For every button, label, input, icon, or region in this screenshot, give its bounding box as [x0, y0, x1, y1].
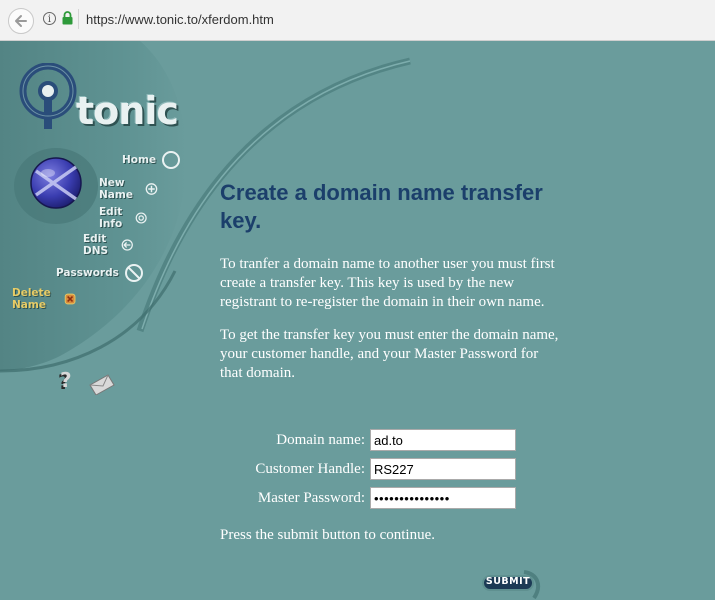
- nav-label: Edit Info: [99, 206, 123, 230]
- submit-button[interactable]: SUBMIT: [480, 568, 542, 600]
- browser-toolbar: i https://www.tonic.to/xferdom.htm: [0, 0, 715, 41]
- back-button[interactable]: [8, 8, 34, 34]
- master-password-label: Master Password:: [257, 490, 365, 506]
- plus-circle-icon: [145, 183, 158, 195]
- lock-icon[interactable]: [62, 11, 73, 25]
- nav-item-home[interactable]: Home: [122, 149, 181, 171]
- page-title: Create a domain name transfer key.: [220, 180, 543, 233]
- submit-label: SUBMIT: [485, 576, 531, 587]
- master-password-input[interactable]: [370, 487, 516, 509]
- customer-handle-input[interactable]: [370, 458, 516, 480]
- info-icon[interactable]: i: [43, 12, 56, 25]
- mail-icon[interactable]: [88, 369, 116, 395]
- arrow-left-circle-icon: [121, 239, 133, 251]
- transfer-key-form: Domain name: Customer Handle: Master Pas…: [220, 429, 540, 516]
- nav-label: Passwords: [56, 267, 119, 279]
- help-icon[interactable]: ? ?: [54, 369, 78, 397]
- form-row-domain: Domain name:: [220, 429, 540, 454]
- form-row-handle: Customer Handle:: [220, 458, 540, 483]
- logo-wordmark: tonic: [76, 89, 179, 133]
- tonic-logo-icon: [19, 63, 77, 129]
- svg-text:?: ?: [60, 369, 72, 392]
- nav-label: Home: [122, 154, 157, 166]
- circle-icon: [162, 151, 181, 169]
- prohibited-circle-icon: [124, 264, 143, 282]
- address-bar[interactable]: https://www.tonic.to/xferdom.htm: [86, 12, 274, 27]
- nav-label: Delete Name: [12, 287, 51, 311]
- nav-item-new-name[interactable]: New Name: [99, 177, 158, 201]
- page: tonic Home New Name Edit Info Edit DNS P…: [0, 41, 715, 600]
- nav-item-delete-name[interactable]: Delete Name: [12, 287, 76, 311]
- submit-instruction: Press the submit button to continue.: [220, 527, 435, 543]
- nav-item-passwords[interactable]: Passwords: [56, 262, 144, 284]
- nav-item-edit-info[interactable]: Edit Info: [99, 206, 147, 230]
- domain-name-input[interactable]: [370, 429, 516, 451]
- instructions-paragraph: To get the transfer key you must enter t…: [220, 327, 559, 381]
- globe-icon: [30, 157, 82, 209]
- main-content: Create a domain name transfer key. To tr…: [220, 179, 560, 397]
- intro-paragraph: To tranfer a domain name to another user…: [220, 256, 555, 310]
- target-circle-icon: [135, 212, 147, 224]
- url-separator: [78, 9, 79, 29]
- nav-item-edit-dns[interactable]: Edit DNS: [83, 233, 133, 257]
- delete-x-icon: [64, 293, 75, 305]
- form-row-password: Master Password:: [220, 487, 540, 512]
- nav-label: New Name: [99, 177, 133, 201]
- arrow-left-icon: [15, 15, 27, 27]
- domain-label: Domain name:: [276, 432, 365, 448]
- nav-label: Edit DNS: [83, 233, 109, 257]
- customer-handle-label: Customer Handle:: [255, 461, 365, 477]
